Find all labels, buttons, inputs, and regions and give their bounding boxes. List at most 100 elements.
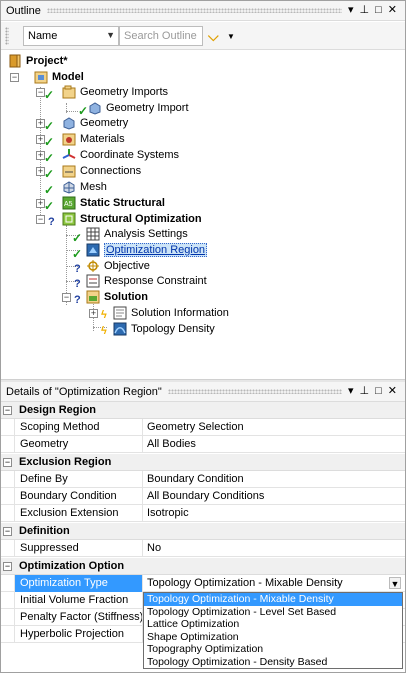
tree-item-solution-information[interactable]: ϟ Solution Information [101,305,229,321]
tree-label: Analysis Settings [104,228,188,240]
mechanical-window: Outline ▾ ⊥ □ ✕ Name ▼ Search Outline ⌵ … [0,0,406,673]
tree-item-geometry-import[interactable]: ✓ Geometry Import [76,100,189,118]
optimization-type-dropdown-list: Topology Optimization - Mixable Density … [143,592,403,669]
collapse-icon[interactable]: − [3,406,12,415]
property-row[interactable]: Define By Boundary Condition [1,471,405,488]
outline-title: Outline [6,4,41,17]
check-icon: ✓ [44,88,55,102]
restore-icon[interactable]: □ [375,5,382,16]
property-value[interactable]: Isotropic [143,505,405,522]
tree-item-topology-density[interactable]: ϟ Topology Density [101,321,215,337]
tree-item-materials[interactable]: ✓ Materials [44,131,125,149]
outline-toolbar: Name ▼ Search Outline ⌵ ▼ [1,22,405,50]
collapse-icon[interactable]: − [36,215,45,224]
close-icon[interactable]: ✕ [388,5,397,16]
collapse-icon[interactable]: − [10,73,19,82]
tree-label: Response Constraint [104,275,207,287]
property-value[interactable]: All Bodies [143,436,405,453]
collapse-icon[interactable]: − [3,458,12,467]
tree-label: Topology Density [131,323,215,335]
tree-item-model[interactable]: Model [34,69,84,85]
property-value[interactable]: No [143,540,405,557]
expand-icon[interactable]: + [89,309,98,318]
property-row[interactable]: Exclusion Extension Isotropic [1,505,405,522]
property-name: Define By [14,471,143,488]
collapse-icon[interactable]: − [62,293,71,302]
solution-information-icon [113,306,127,320]
coordinate-systems-icon [62,148,76,162]
property-name: Initial Volume Fraction [14,592,143,609]
optimization-type-select[interactable]: Topology Optimization - Mixable Density [143,575,405,592]
tree-item-structural-optimization[interactable]: ? Structural Optimization [48,211,202,228]
group-label: Design Region [19,404,97,416]
filter-dropdown-icon[interactable]: ▼ [227,32,235,41]
property-row[interactable]: Boundary Condition All Boundary Conditio… [1,488,405,505]
objective-icon [86,259,100,273]
static-structural-icon: A5 [62,196,76,210]
details-title: Details of "Optimization Region" [6,385,162,398]
group-design-region[interactable]: − Design Region [1,402,405,419]
name-combo[interactable]: Name ▼ [23,26,119,46]
restore-icon[interactable]: □ [375,386,382,397]
collapse-icon[interactable]: − [3,527,12,536]
materials-icon [62,132,76,146]
group-exclusion-region[interactable]: − Exclusion Region [1,454,405,471]
geometry-import-icon [88,101,102,115]
dropdown-option[interactable]: Shape Optimization [144,631,402,644]
tree-item-optimization-region[interactable]: ✓ Optimization Region [72,242,208,261]
property-row[interactable]: Geometry All Bodies [1,436,405,453]
dropdown-option[interactable]: Topology Optimization - Level Set Based [144,606,402,619]
tree-item-mesh[interactable]: ✓ Mesh [44,179,107,197]
model-icon [34,70,48,84]
property-row[interactable]: Suppressed No [1,540,405,557]
collapse-icon[interactable]: − [3,562,12,571]
tree-item-objective[interactable]: ? Objective [74,258,150,275]
close-icon[interactable]: ✕ [388,386,397,397]
lightning-icon: ϟ [101,309,107,321]
toolbar-grip[interactable] [5,27,9,45]
property-value[interactable]: Boundary Condition [143,471,405,488]
dropdown-option[interactable]: Lattice Optimization [144,618,402,631]
details-title-bar: Details of "Optimization Region" ▾ ⊥ □ ✕ [1,382,405,402]
pin-icon[interactable]: ⊥ [360,386,370,397]
question-icon: ? [48,216,55,228]
filter-icon[interactable]: ⌵ [208,28,219,45]
group-definition[interactable]: − Definition [1,523,405,540]
property-row[interactable]: Scoping Method Geometry Selection [1,419,405,436]
dropdown-icon[interactable]: ▾ [348,386,354,397]
search-outline-input[interactable]: Search Outline [119,26,203,46]
pin-icon[interactable]: ⊥ [360,5,370,16]
tree-item-static-structural[interactable]: ✓ A5 Static Structural [44,195,165,213]
property-row-selected[interactable]: Optimization Type Topology Optimization … [1,575,405,592]
group-optimization-option[interactable]: − Optimization Option [1,558,405,575]
tree-item-connections[interactable]: ✓ Connections [44,163,142,181]
tree-item-analysis-settings[interactable]: ✓ Analysis Settings [72,226,188,245]
tree-label: Connections [80,165,142,177]
dropdown-option[interactable]: Topology Optimization - Mixable Density [144,593,402,606]
property-value[interactable]: Geometry Selection [143,419,405,436]
property-name: Penalty Factor (Stiffness) [14,609,143,626]
dropdown-option[interactable]: Topology Optimization - Density Based [144,656,402,669]
tree-item-geometry[interactable]: ✓ Geometry [44,115,128,133]
tree-item-geometry-imports[interactable]: ✓ Geometry Imports [44,84,169,102]
dropdown-icon[interactable]: ▾ [348,5,354,16]
name-combo-value: Name [28,30,58,42]
chevron-down-icon[interactable]: ▼ [389,577,401,589]
property-name: Geometry [14,436,143,453]
outline-title-grip[interactable] [46,8,342,13]
property-value[interactable]: All Boundary Conditions [143,488,405,505]
tree-label: Solution [104,291,148,303]
chevron-down-icon: ▼ [106,30,115,40]
tree-label: Coordinate Systems [80,149,180,161]
dropdown-option[interactable]: Topography Optimization [144,643,402,656]
tree-item-response-constraint[interactable]: ? Response Constraint [74,273,207,290]
tree-item-coordinate-systems[interactable]: ✓ Coordinate Systems [44,147,180,165]
property-name: Exclusion Extension [14,505,143,522]
property-name: Optimization Type [14,575,143,592]
connections-icon [62,164,76,178]
solution-icon [86,290,100,304]
details-title-grip[interactable] [167,389,342,394]
tree-label: Geometry Imports [80,86,169,98]
tree-item-project[interactable]: Project* [8,53,68,69]
tree-item-solution[interactable]: ? Solution [74,289,148,306]
